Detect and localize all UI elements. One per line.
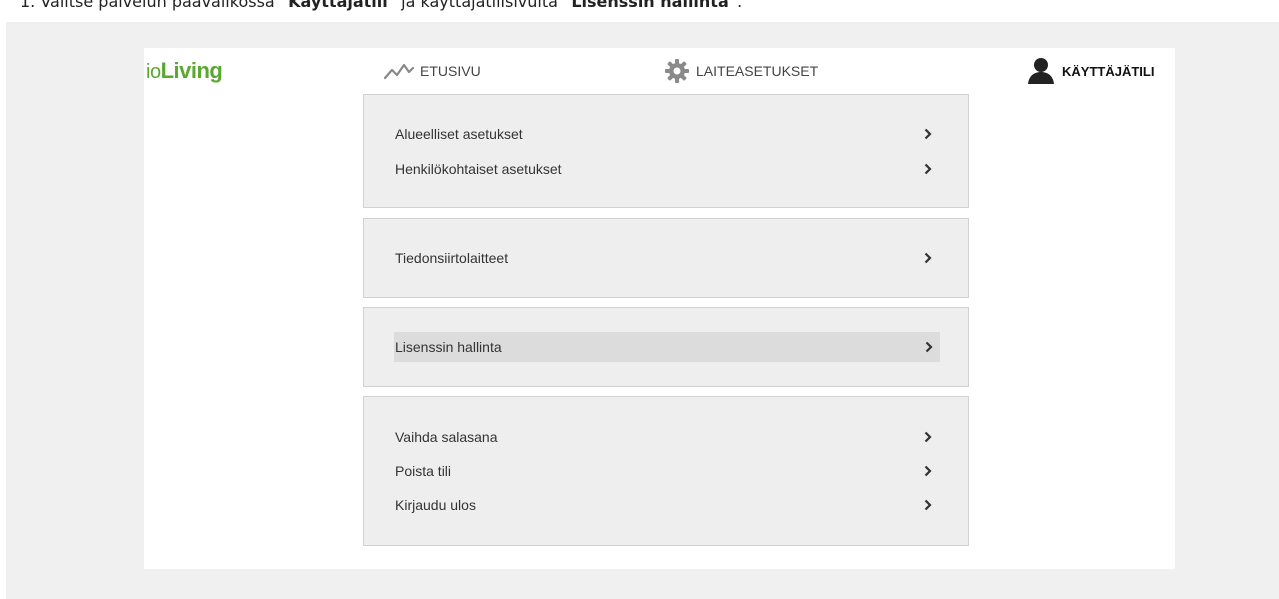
chevron-right-icon xyxy=(921,499,935,511)
list-item-label: Vaihda salasana xyxy=(395,429,498,445)
logo-prefix: io xyxy=(146,61,161,83)
instruction-prefix: 1. Valitse palvelun päävalikossa xyxy=(20,0,280,11)
instruction-text: 1. Valitse palvelun päävalikossa "Käyttä… xyxy=(20,0,742,12)
list-item-regional-settings[interactable]: Alueelliset asetukset xyxy=(395,119,939,149)
list-item-label: Lisenssin hallinta xyxy=(395,339,502,355)
settings-card-license: Lisenssin hallinta xyxy=(363,307,969,387)
list-item-personal-settings[interactable]: Henkilökohtaiset asetukset xyxy=(395,154,939,184)
settings-card-regional-personal: Alueelliset asetukset Henkilökohtaiset a… xyxy=(363,94,969,208)
chevron-right-icon xyxy=(921,128,935,140)
list-item-change-password[interactable]: Vaihda salasana xyxy=(395,422,939,452)
nav-device-settings-label: LAITEASETUKSET xyxy=(696,63,819,79)
list-item-log-out[interactable]: Kirjaudu ulos xyxy=(395,490,939,520)
settings-card-data-devices: Tiedonsiirtolaitteet xyxy=(363,218,969,298)
chevron-right-icon xyxy=(921,465,935,477)
list-item-delete-account[interactable]: Poista tili xyxy=(395,456,939,486)
instruction-suffix: . xyxy=(737,0,743,11)
instruction-license-label: Lisenssin hallinta xyxy=(571,0,729,11)
nav-account[interactable]: KÄYTTÄJÄTILI xyxy=(1026,58,1154,84)
chevron-right-icon xyxy=(921,431,935,443)
brand-logo[interactable]: ioLiving xyxy=(146,58,223,84)
list-item-data-transfer-devices[interactable]: Tiedonsiirtolaitteet xyxy=(395,243,939,273)
instruction-account-label: Käyttäjätili xyxy=(288,0,388,11)
logo-name: Living xyxy=(160,58,223,83)
list-item-label: Tiedonsiirtolaitteet xyxy=(395,250,509,266)
settings-card-account-actions: Vaihda salasana Poista tili Kirjaudu ulo… xyxy=(363,396,969,546)
list-item-license-management[interactable]: Lisenssin hallinta xyxy=(394,332,940,362)
nav-account-label: KÄYTTÄJÄTILI xyxy=(1062,63,1155,79)
activity-icon xyxy=(384,62,414,80)
chevron-right-icon xyxy=(921,163,935,175)
list-item-label: Poista tili xyxy=(395,463,452,479)
list-item-label: Kirjaudu ulos xyxy=(395,497,476,513)
nav-device-settings[interactable]: LAITEASETUKSET xyxy=(664,58,818,84)
instruction-middle: ja käyttäjätilisivulta xyxy=(396,0,563,11)
gear-icon xyxy=(664,58,690,84)
user-icon xyxy=(1026,57,1056,85)
list-item-label: Alueelliset asetukset xyxy=(395,126,523,142)
list-item-label: Henkilökohtaiset asetukset xyxy=(395,161,562,177)
nav-home-label: ETUSIVU xyxy=(420,63,481,79)
nav-home[interactable]: ETUSIVU xyxy=(384,58,481,84)
app-window: ioLiving ETUSIVU LAITEASETUKSET KÄYTTÄJÄ… xyxy=(144,48,1175,569)
chevron-right-icon xyxy=(921,252,935,264)
chevron-right-icon xyxy=(922,341,936,353)
